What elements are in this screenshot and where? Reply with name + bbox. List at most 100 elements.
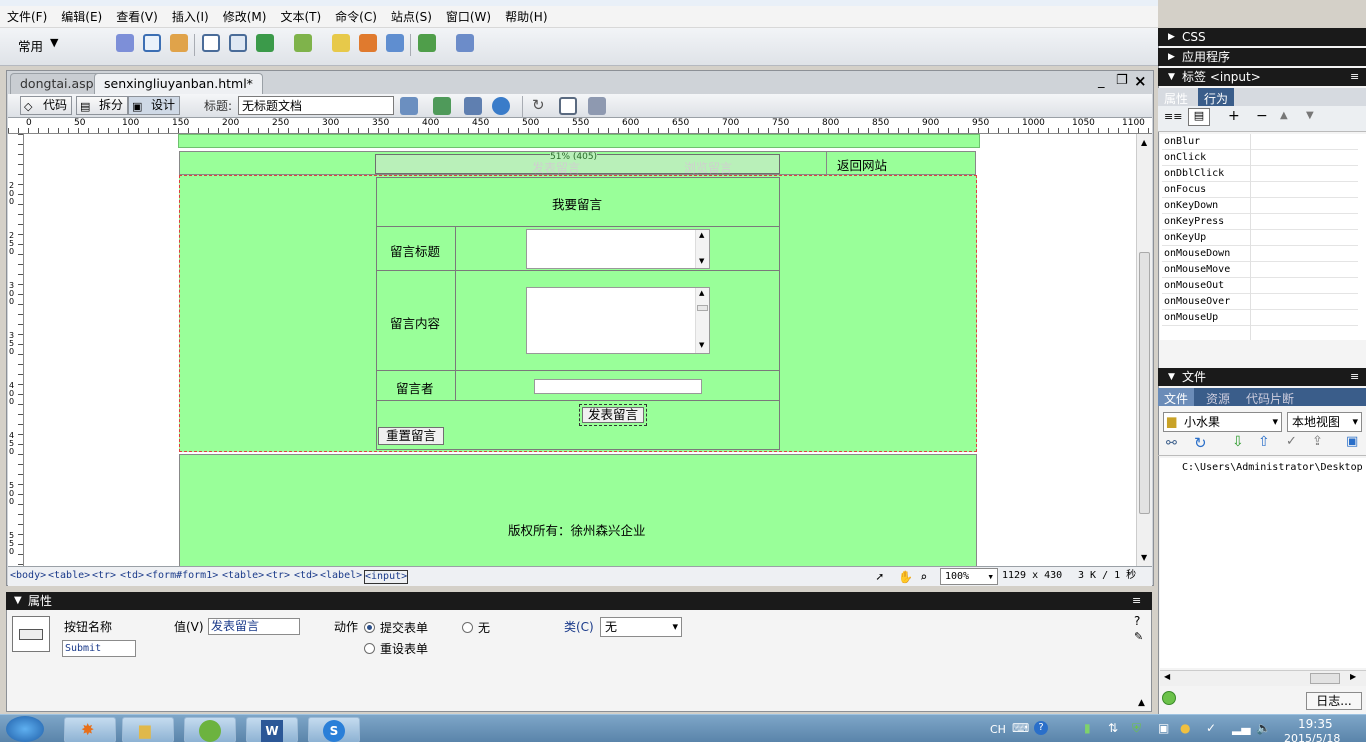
event-item[interactable]: onMouseDown: [1162, 246, 1358, 262]
wifi-icon[interactable]: ▂▄: [1232, 721, 1250, 735]
taskbar-word[interactable]: W: [246, 717, 298, 742]
content-textarea[interactable]: ▲ ▼: [526, 287, 710, 354]
site-select[interactable]: 小水果: [1163, 412, 1282, 432]
taskbar-sogou[interactable]: S: [308, 717, 360, 742]
scroll-left-icon[interactable]: ◀: [1164, 672, 1170, 681]
event-item[interactable]: onMouseMove: [1162, 262, 1358, 278]
view-options-icon[interactable]: [559, 97, 577, 115]
help-icon[interactable]: ?: [1134, 614, 1140, 628]
tab-assets[interactable]: 资源: [1206, 390, 1230, 407]
nav-item-browse[interactable]: 浏览留言: [684, 159, 732, 176]
tag-tr[interactable]: <tr>: [92, 567, 116, 585]
scroll-down-icon[interactable]: ▼: [699, 341, 704, 349]
preview-browser-icon[interactable]: [492, 97, 510, 115]
split-view-button[interactable]: ▤ 拆分: [76, 96, 129, 115]
event-item[interactable]: onFocus: [1162, 182, 1358, 198]
hand-tool-icon[interactable]: ✋: [898, 568, 913, 586]
event-item[interactable]: onKeyUp: [1162, 230, 1358, 246]
design-view-button[interactable]: ▣ 设计: [128, 96, 181, 115]
div-icon[interactable]: [229, 34, 247, 52]
no-browser-check-icon[interactable]: [400, 97, 418, 115]
taskbar-explorer[interactable]: ▆: [122, 717, 174, 742]
tag-body[interactable]: <body>: [10, 567, 46, 585]
move-up-icon[interactable]: ▲: [1280, 110, 1288, 121]
expand-icon[interactable]: ▲: [1138, 698, 1145, 708]
panel-menu-icon[interactable]: ≡: [1350, 368, 1359, 386]
value-input[interactable]: 发表留言: [208, 618, 300, 635]
menu-edit[interactable]: 编辑(E): [54, 7, 109, 27]
show-set-events-icon[interactable]: ≡≡: [1164, 110, 1182, 123]
volume-icon[interactable]: 🔈: [1256, 721, 1271, 735]
chevron-down-icon[interactable]: ▼: [50, 36, 58, 49]
network-icon[interactable]: ⇅: [1108, 721, 1118, 735]
tab-behaviors[interactable]: 行为: [1198, 88, 1235, 106]
properties-header[interactable]: ▼ 属性 ≡: [6, 592, 1152, 610]
canvas-scrollbar[interactable]: ▲ ▼: [1136, 134, 1152, 566]
table-icon[interactable]: [202, 34, 220, 52]
head-icon[interactable]: [418, 34, 436, 52]
battery-icon[interactable]: ▮: [1084, 721, 1091, 735]
refresh-icon[interactable]: ↻: [532, 96, 545, 114]
move-down-icon[interactable]: ▼: [1306, 110, 1314, 121]
event-item[interactable]: onMouseUp: [1162, 310, 1358, 326]
event-item[interactable]: onBlur: [1162, 134, 1358, 150]
menu-file[interactable]: 文件(F): [0, 7, 54, 27]
return-link[interactable]: 返回网站: [837, 155, 887, 174]
scroll-thumb[interactable]: [1139, 252, 1150, 514]
event-item[interactable]: onDblClick: [1162, 166, 1358, 182]
start-button[interactable]: [6, 716, 44, 742]
menu-text[interactable]: 文本(T): [273, 7, 328, 27]
radio-submit-dot[interactable]: [364, 622, 375, 633]
collapse-icon[interactable]: ▼: [14, 592, 22, 610]
menu-insert[interactable]: 插入(I): [165, 7, 216, 27]
comment-icon[interactable]: [386, 34, 404, 52]
date-icon[interactable]: [332, 34, 350, 52]
template-icon[interactable]: [456, 34, 474, 52]
tag-form[interactable]: <form#form1>: [146, 567, 218, 585]
qq-icon[interactable]: ●: [1180, 721, 1190, 735]
tag-table[interactable]: <table>: [222, 567, 264, 585]
clock-date[interactable]: 2015/5/18: [1284, 732, 1340, 742]
tag-table[interactable]: <table>: [48, 567, 90, 585]
radio-none[interactable]: [462, 620, 473, 634]
security-icon[interactable]: ✓: [1206, 721, 1216, 735]
radio-none-dot[interactable]: [462, 622, 473, 633]
keyboard-icon[interactable]: ⌨: [1012, 721, 1029, 735]
expand-view-icon[interactable]: ▣: [1346, 434, 1358, 449]
input-language[interactable]: CH: [990, 723, 1006, 736]
close-icon[interactable]: ×: [1134, 72, 1147, 90]
server-include-icon[interactable]: [359, 34, 377, 52]
class-select[interactable]: 无: [600, 617, 682, 637]
tab-dongtai[interactable]: dongtai.asp: [10, 73, 104, 94]
check-in-icon[interactable]: ⇪: [1312, 434, 1323, 449]
header-banner-cell[interactable]: [178, 134, 980, 148]
get-files-icon[interactable]: ⇩: [1232, 434, 1244, 450]
title-input[interactable]: [238, 96, 394, 115]
view-mode-select[interactable]: 本地视图: [1287, 412, 1362, 432]
file-management-icon[interactable]: [464, 97, 482, 115]
validate-icon[interactable]: [433, 97, 451, 115]
reset-button[interactable]: 重置留言: [378, 427, 444, 445]
tab-snippets[interactable]: 代码片断: [1246, 390, 1294, 407]
tab-files[interactable]: 文件: [1158, 388, 1195, 406]
email-link-icon[interactable]: [143, 34, 161, 52]
scroll-down-icon[interactable]: ▼: [699, 257, 704, 265]
window-size[interactable]: 1129 x 430: [1002, 567, 1062, 585]
radio-submit[interactable]: [364, 620, 375, 634]
event-item[interactable]: onClick: [1162, 150, 1358, 166]
panel-menu-icon[interactable]: ≡: [1132, 592, 1141, 610]
design-canvas[interactable]: 发表留言 浏览留言 51% (405) 返回网站 我要留言 留言标题 ▲ ▼ 留…: [24, 134, 1136, 566]
scroll-up-icon[interactable]: ▲: [699, 289, 704, 297]
title-textarea[interactable]: ▲ ▼: [526, 229, 710, 269]
scroll-thumb[interactable]: [1310, 673, 1340, 684]
scroll-down-icon[interactable]: ▼: [1141, 553, 1147, 562]
tag-td[interactable]: <td>: [294, 567, 318, 585]
connect-icon[interactable]: ⚯: [1166, 436, 1177, 451]
menu-site[interactable]: 站点(S): [384, 7, 439, 27]
check-out-icon[interactable]: ✓: [1286, 434, 1297, 449]
tray-icon[interactable]: ▣: [1158, 721, 1169, 735]
button-name-input[interactable]: Submit: [62, 640, 136, 657]
radio-reset[interactable]: [364, 641, 375, 655]
menu-help[interactable]: 帮助(H): [498, 7, 554, 27]
select-tool-icon[interactable]: ➚: [876, 568, 883, 586]
